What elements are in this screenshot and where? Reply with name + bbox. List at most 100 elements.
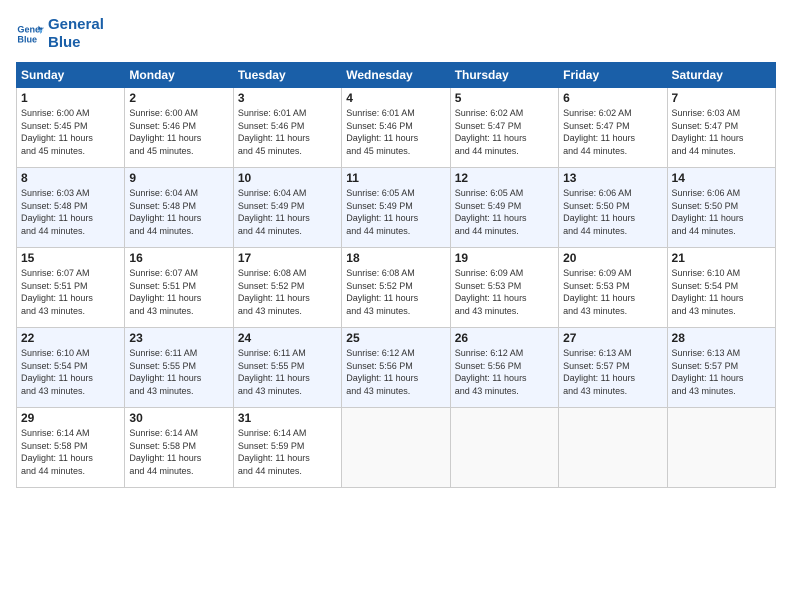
- calendar-table: SundayMondayTuesdayWednesdayThursdayFrid…: [16, 62, 776, 488]
- day-info: Sunrise: 6:05 AM Sunset: 5:49 PM Dayligh…: [346, 187, 445, 237]
- day-number: 23: [129, 331, 228, 345]
- day-number: 11: [346, 171, 445, 185]
- calendar-cell: 23 Sunrise: 6:11 AM Sunset: 5:55 PM Dayli…: [125, 328, 233, 408]
- day-number: 25: [346, 331, 445, 345]
- day-number: 15: [21, 251, 120, 265]
- day-info: Sunrise: 6:06 AM Sunset: 5:50 PM Dayligh…: [672, 187, 771, 237]
- calendar-cell: 18 Sunrise: 6:08 AM Sunset: 5:52 PM Dayli…: [342, 248, 450, 328]
- calendar-cell: 14 Sunrise: 6:06 AM Sunset: 5:50 PM Dayli…: [667, 168, 775, 248]
- calendar-cell: 20 Sunrise: 6:09 AM Sunset: 5:53 PM Dayli…: [559, 248, 667, 328]
- header-day-monday: Monday: [125, 63, 233, 88]
- day-info: Sunrise: 6:03 AM Sunset: 5:48 PM Dayligh…: [21, 187, 120, 237]
- day-info: Sunrise: 6:01 AM Sunset: 5:46 PM Dayligh…: [346, 107, 445, 157]
- day-info: Sunrise: 6:09 AM Sunset: 5:53 PM Dayligh…: [455, 267, 554, 317]
- day-info: Sunrise: 6:07 AM Sunset: 5:51 PM Dayligh…: [129, 267, 228, 317]
- calendar-cell: [450, 408, 558, 488]
- day-info: Sunrise: 6:06 AM Sunset: 5:50 PM Dayligh…: [563, 187, 662, 237]
- calendar-cell: 1 Sunrise: 6:00 AM Sunset: 5:45 PM Daylig…: [17, 88, 125, 168]
- day-info: Sunrise: 6:13 AM Sunset: 5:57 PM Dayligh…: [563, 347, 662, 397]
- day-info: Sunrise: 6:08 AM Sunset: 5:52 PM Dayligh…: [238, 267, 337, 317]
- calendar-cell: 17 Sunrise: 6:08 AM Sunset: 5:52 PM Dayli…: [233, 248, 341, 328]
- calendar-cell: [559, 408, 667, 488]
- day-info: Sunrise: 6:14 AM Sunset: 5:58 PM Dayligh…: [129, 427, 228, 477]
- day-number: 19: [455, 251, 554, 265]
- day-number: 3: [238, 91, 337, 105]
- header-day-friday: Friday: [559, 63, 667, 88]
- calendar-cell: 6 Sunrise: 6:02 AM Sunset: 5:47 PM Daylig…: [559, 88, 667, 168]
- day-number: 9: [129, 171, 228, 185]
- day-number: 17: [238, 251, 337, 265]
- svg-text:Blue: Blue: [17, 34, 37, 44]
- calendar-week-4: 22 Sunrise: 6:10 AM Sunset: 5:54 PM Dayli…: [17, 328, 776, 408]
- day-info: Sunrise: 6:02 AM Sunset: 5:47 PM Dayligh…: [563, 107, 662, 157]
- calendar-cell: 13 Sunrise: 6:06 AM Sunset: 5:50 PM Dayli…: [559, 168, 667, 248]
- day-info: Sunrise: 6:07 AM Sunset: 5:51 PM Dayligh…: [21, 267, 120, 317]
- calendar-cell: [667, 408, 775, 488]
- calendar-cell: 27 Sunrise: 6:13 AM Sunset: 5:57 PM Dayli…: [559, 328, 667, 408]
- logo-text: General Blue: [48, 16, 104, 52]
- day-number: 16: [129, 251, 228, 265]
- day-number: 6: [563, 91, 662, 105]
- day-number: 28: [672, 331, 771, 345]
- calendar-cell: 26 Sunrise: 6:12 AM Sunset: 5:56 PM Dayli…: [450, 328, 558, 408]
- day-info: Sunrise: 6:00 AM Sunset: 5:45 PM Dayligh…: [21, 107, 120, 157]
- day-info: Sunrise: 6:10 AM Sunset: 5:54 PM Dayligh…: [21, 347, 120, 397]
- calendar-week-1: 1 Sunrise: 6:00 AM Sunset: 5:45 PM Daylig…: [17, 88, 776, 168]
- calendar-cell: 11 Sunrise: 6:05 AM Sunset: 5:49 PM Dayli…: [342, 168, 450, 248]
- day-info: Sunrise: 6:13 AM Sunset: 5:57 PM Dayligh…: [672, 347, 771, 397]
- day-number: 30: [129, 411, 228, 425]
- calendar-cell: 30 Sunrise: 6:14 AM Sunset: 5:58 PM Dayli…: [125, 408, 233, 488]
- calendar-cell: 9 Sunrise: 6:04 AM Sunset: 5:48 PM Daylig…: [125, 168, 233, 248]
- day-number: 8: [21, 171, 120, 185]
- day-number: 1: [21, 91, 120, 105]
- day-number: 2: [129, 91, 228, 105]
- logo: General Blue General Blue: [16, 16, 104, 52]
- day-info: Sunrise: 6:10 AM Sunset: 5:54 PM Dayligh…: [672, 267, 771, 317]
- day-number: 24: [238, 331, 337, 345]
- header-row: SundayMondayTuesdayWednesdayThursdayFrid…: [17, 63, 776, 88]
- header-day-saturday: Saturday: [667, 63, 775, 88]
- day-info: Sunrise: 6:11 AM Sunset: 5:55 PM Dayligh…: [129, 347, 228, 397]
- day-info: Sunrise: 6:12 AM Sunset: 5:56 PM Dayligh…: [455, 347, 554, 397]
- calendar-cell: 5Sunrise: 6:02 AM Sunset: 5:47 PM Daylig…: [450, 88, 558, 168]
- day-number: 26: [455, 331, 554, 345]
- day-number: 22: [21, 331, 120, 345]
- day-number: 20: [563, 251, 662, 265]
- day-number: 12: [455, 171, 554, 185]
- day-number: 31: [238, 411, 337, 425]
- day-number: 14: [672, 171, 771, 185]
- day-number: 29: [21, 411, 120, 425]
- day-info: Sunrise: 6:14 AM Sunset: 5:59 PM Dayligh…: [238, 427, 337, 477]
- day-info: Sunrise: 6:04 AM Sunset: 5:48 PM Dayligh…: [129, 187, 228, 237]
- calendar-cell: 16 Sunrise: 6:07 AM Sunset: 5:51 PM Dayli…: [125, 248, 233, 328]
- day-info: Sunrise: 6:03 AM Sunset: 5:47 PM Dayligh…: [672, 107, 771, 157]
- calendar-cell: [342, 408, 450, 488]
- day-info: Sunrise: 6:00 AM Sunset: 5:46 PM Dayligh…: [129, 107, 228, 157]
- day-number: 4: [346, 91, 445, 105]
- day-number: 10: [238, 171, 337, 185]
- calendar-cell: 28 Sunrise: 6:13 AM Sunset: 5:57 PM Dayli…: [667, 328, 775, 408]
- day-info: Sunrise: 6:09 AM Sunset: 5:53 PM Dayligh…: [563, 267, 662, 317]
- day-number: 27: [563, 331, 662, 345]
- day-info: Sunrise: 6:14 AM Sunset: 5:58 PM Dayligh…: [21, 427, 120, 477]
- calendar-cell: 2 Sunrise: 6:00 AM Sunset: 5:46 PM Daylig…: [125, 88, 233, 168]
- day-number: 21: [672, 251, 771, 265]
- day-info: Sunrise: 6:05 AM Sunset: 5:49 PM Dayligh…: [455, 187, 554, 237]
- day-number: 18: [346, 251, 445, 265]
- header-day-wednesday: Wednesday: [342, 63, 450, 88]
- day-info: Sunrise: 6:02 AM Sunset: 5:47 PM Dayligh…: [455, 107, 554, 157]
- calendar-cell: 19 Sunrise: 6:09 AM Sunset: 5:53 PM Dayli…: [450, 248, 558, 328]
- day-info: Sunrise: 6:04 AM Sunset: 5:49 PM Dayligh…: [238, 187, 337, 237]
- calendar-cell: 12 Sunrise: 6:05 AM Sunset: 5:49 PM Dayli…: [450, 168, 558, 248]
- day-info: Sunrise: 6:08 AM Sunset: 5:52 PM Dayligh…: [346, 267, 445, 317]
- day-info: Sunrise: 6:12 AM Sunset: 5:56 PM Dayligh…: [346, 347, 445, 397]
- day-number: 13: [563, 171, 662, 185]
- calendar-cell: 15 Sunrise: 6:07 AM Sunset: 5:51 PM Dayli…: [17, 248, 125, 328]
- calendar-cell: 22 Sunrise: 6:10 AM Sunset: 5:54 PM Dayli…: [17, 328, 125, 408]
- logo-icon: General Blue: [16, 20, 44, 48]
- day-info: Sunrise: 6:11 AM Sunset: 5:55 PM Dayligh…: [238, 347, 337, 397]
- calendar-week-5: 29 Sunrise: 6:14 AM Sunset: 5:58 PM Dayli…: [17, 408, 776, 488]
- page-container: General Blue General Blue SundayMondayTu…: [0, 0, 792, 498]
- header-day-sunday: Sunday: [17, 63, 125, 88]
- calendar-cell: 24 Sunrise: 6:11 AM Sunset: 5:55 PM Dayli…: [233, 328, 341, 408]
